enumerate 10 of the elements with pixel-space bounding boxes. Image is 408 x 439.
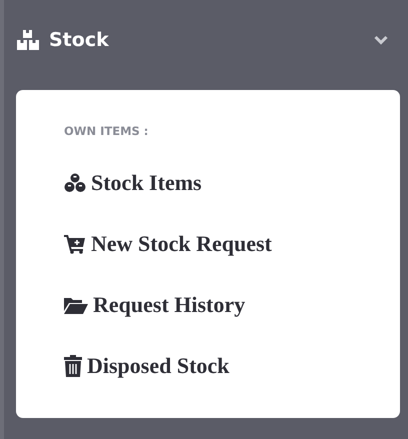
cart-icon (64, 234, 86, 254)
menu-item[interactable]: New Stock Request (64, 213, 400, 274)
menu-item[interactable]: Request History (64, 274, 400, 335)
menu-title[interactable]: Stock (49, 29, 364, 51)
menu-item[interactable]: Disposed Stock (64, 335, 400, 396)
section-label: OWN ITEMS : (64, 124, 150, 138)
chevron-down-icon[interactable] (374, 35, 388, 45)
menu-item[interactable]: Stock Items (64, 152, 400, 213)
folder-icon (64, 296, 88, 314)
trash-icon (64, 354, 82, 376)
